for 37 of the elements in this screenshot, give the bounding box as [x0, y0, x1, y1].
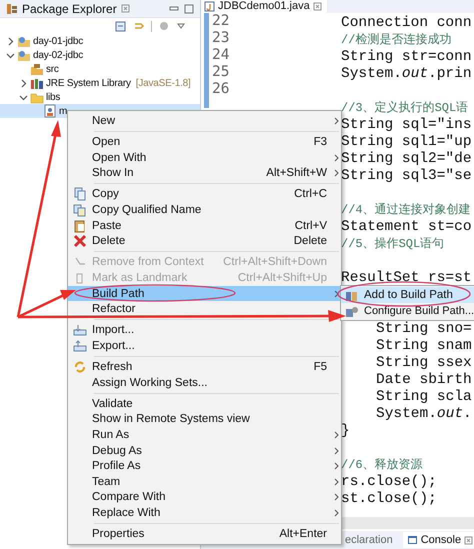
shortcut-label: Alt+Shift+W	[266, 167, 328, 180]
line-number: 25	[212, 64, 230, 81]
code-line: String ssex	[376, 355, 472, 371]
shortcut-label: Delete	[294, 235, 328, 248]
code-comment: //5、操作SQL语句	[341, 237, 444, 251]
code-comment: //3、定义执行的SQL语	[341, 101, 468, 115]
shortcut-label: Ctrl+C	[294, 188, 328, 200]
line-number: 24	[212, 47, 230, 64]
line-number: 26	[212, 81, 230, 98]
shortcut-label: Ctrl+V	[294, 220, 328, 232]
code-line: st.close();	[341, 491, 437, 507]
code-line: String sql2="de	[341, 151, 472, 167]
code-line: }	[341, 423, 350, 439]
code-line: String snam	[376, 338, 472, 354]
code-line: System.out.prin	[341, 66, 472, 82]
code-line: String sql3="se	[341, 168, 472, 184]
shortcut-label: Ctrl+Alt+Shift+Down	[223, 256, 328, 268]
code-line: ResultSet rs=st	[341, 270, 472, 286]
line-number: 22	[212, 13, 230, 30]
shortcut-label: F3	[314, 136, 328, 148]
code-line: String sql="ins	[341, 117, 472, 133]
code-line: String scla	[376, 389, 472, 405]
line-number: 23	[212, 30, 230, 47]
shortcut-label: Ctrl+Alt+Shift+Up	[238, 272, 328, 284]
code-line: Date sbirth	[376, 372, 472, 388]
code-line: Statement st=co	[341, 219, 472, 235]
code-comment: //检测是否连接成功	[341, 33, 452, 47]
shortcut-label: F5	[314, 361, 328, 374]
code-line: Connection conn	[341, 15, 472, 31]
code-line: String str=conn	[341, 49, 472, 65]
code-comment: //6、释放资源	[341, 458, 423, 472]
code-line: System.out.	[376, 406, 472, 422]
shortcut-label: Alt+Enter	[279, 528, 328, 540]
code-line: String sql1="up	[341, 134, 472, 150]
code-line: rs.close();	[341, 474, 437, 490]
code-line: String sno=	[376, 321, 472, 337]
code-comment: //4、通过连接对象创建	[341, 203, 471, 217]
